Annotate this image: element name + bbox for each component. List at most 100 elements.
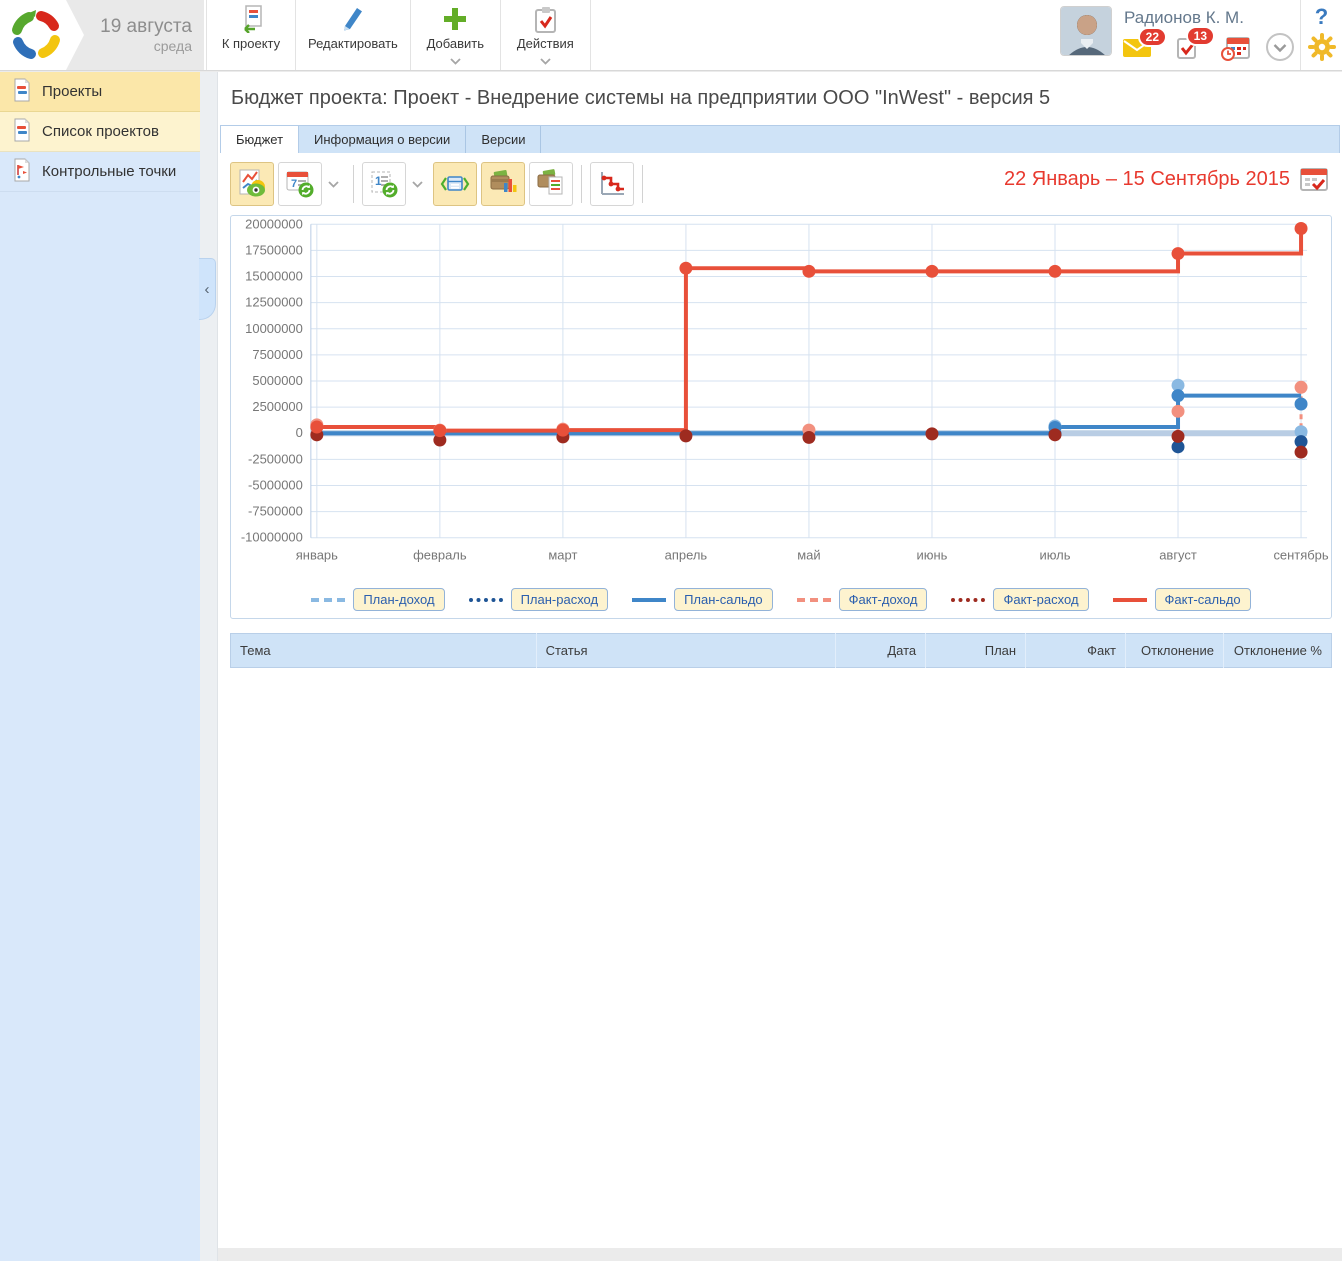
svg-text:-10000000: -10000000 — [241, 530, 303, 545]
legend-label[interactable]: План-сальдо — [674, 588, 773, 611]
top-header: 19 августа среда К проекту Редактировать… — [0, 0, 1342, 71]
sidebar-item-project-list[interactable]: Список проектов — [0, 112, 200, 152]
clipboard-check-icon — [532, 0, 559, 33]
svg-text:январь: январь — [296, 548, 338, 563]
chart-legend: План-доход План-расход План-сальдо Факт-… — [231, 588, 1331, 611]
tab-budget[interactable]: Бюджет — [221, 126, 299, 153]
budget-toolbar: 7 1 — [230, 161, 651, 207]
svg-text:20000000: 20000000 — [245, 216, 303, 231]
tab-versions[interactable]: Версии — [466, 126, 541, 153]
period-calendar-icon[interactable] — [1300, 167, 1328, 192]
calendar-clock-icon[interactable] — [1221, 35, 1251, 61]
legend-label[interactable]: План-доход — [353, 588, 444, 611]
date-widget: 19 августа среда — [66, 0, 204, 70]
budget-chart: -10000000-7500000-5000000-25000000250000… — [231, 216, 1329, 568]
svg-text:7500000: 7500000 — [252, 347, 302, 362]
period-label: 22 Январь – 15 Сентябрь 2015 — [1004, 168, 1290, 191]
edit-pencil-icon — [340, 0, 366, 33]
user-name[interactable]: Радионов К. М. — [1124, 8, 1244, 28]
legend-label[interactable]: План-расход — [511, 588, 609, 611]
actions-label: Действия — [517, 36, 574, 51]
svg-text:август: август — [1159, 548, 1197, 563]
period-block: 22 Январь – 15 Сентябрь 2015 — [1004, 167, 1328, 192]
to-project-label: К проекту — [222, 36, 280, 51]
svg-text:февраль: февраль — [413, 548, 467, 563]
legend-label[interactable]: Факт-расход — [993, 588, 1088, 611]
sidebar-item-label: Проекты — [42, 83, 102, 100]
plus-icon — [442, 0, 468, 33]
main-content: Бюджет проекта: Проект - Внедрение систе… — [218, 72, 1342, 1248]
table-columns-button[interactable] — [433, 162, 477, 206]
svg-text:17500000: 17500000 — [245, 242, 303, 257]
sidebar-gutter — [200, 72, 218, 1261]
legend-line-sample — [632, 598, 666, 602]
legend-label[interactable]: Факт-доход — [839, 588, 928, 611]
app-logo-icon[interactable] — [8, 7, 64, 63]
legend-line-sample — [469, 598, 503, 602]
numbering-button[interactable]: 1 — [362, 162, 406, 206]
svg-text:-7500000: -7500000 — [248, 504, 303, 519]
help-button[interactable]: ? — [1315, 4, 1328, 30]
svg-text:июнь: июнь — [917, 548, 948, 563]
add-label: Добавить — [427, 36, 484, 51]
expand-header-menu-icon[interactable] — [1265, 32, 1296, 63]
page-title: Бюджет проекта: Проект - Внедрение систе… — [218, 72, 1342, 110]
sidebar-item-projects[interactable]: Проекты — [0, 72, 200, 112]
chevron-down-icon[interactable] — [328, 181, 339, 188]
svg-text:март: март — [548, 548, 577, 563]
svg-text:май: май — [797, 548, 820, 563]
legend-item: Факт-доход — [797, 588, 928, 611]
chevron-down-icon — [450, 52, 461, 60]
header-actions: К проекту Редактировать Добавить Действи… — [206, 0, 591, 70]
svg-text:10000000: 10000000 — [245, 321, 303, 336]
add-button[interactable]: Добавить — [411, 0, 501, 70]
col-header-article[interactable]: Статья — [536, 634, 836, 668]
legend-line-sample — [797, 598, 831, 602]
date-weekday: среда — [154, 38, 192, 54]
actions-button[interactable]: Действия — [501, 0, 591, 70]
budget-chart-panel: -10000000-7500000-5000000-25000000250000… — [230, 215, 1332, 619]
budget-plan-doc-button[interactable] — [529, 162, 573, 206]
legend-label[interactable]: Факт-сальдо — [1155, 588, 1251, 611]
step-chart-button[interactable] — [590, 162, 634, 206]
budget-table: Тема Статья Дата План Факт Отклонение От… — [230, 633, 1332, 668]
settings-gear-icon[interactable] — [1308, 33, 1336, 66]
col-header-theme[interactable]: Тема — [231, 634, 537, 668]
col-header-date[interactable]: Дата — [836, 634, 926, 668]
user-avatar[interactable] — [1060, 6, 1112, 56]
budget-fact-button[interactable] — [481, 162, 525, 206]
svg-text:июль: июль — [1039, 548, 1070, 563]
legend-line-sample — [951, 598, 985, 602]
col-header-plan[interactable]: План — [926, 634, 1026, 668]
projects-doc-icon — [12, 78, 32, 106]
col-header-deviation-pct[interactable]: Отклонение % — [1223, 634, 1331, 668]
sidebar: Проекты Список проектов Контрольные точк… — [0, 72, 200, 1261]
mail-icon[interactable]: 22 — [1122, 36, 1153, 59]
legend-item: План-доход — [311, 588, 444, 611]
to-project-icon — [238, 0, 265, 33]
milestones-icon — [12, 158, 32, 186]
legend-item: План-сальдо — [632, 588, 773, 611]
sidebar-item-label: Список проектов — [42, 123, 159, 140]
chart-view-button[interactable] — [230, 162, 274, 206]
tasks-icon[interactable]: 13 — [1175, 35, 1201, 61]
edit-button[interactable]: Редактировать — [296, 0, 411, 70]
col-header-deviation[interactable]: Отклонение — [1125, 634, 1223, 668]
user-zone: Радионов К. М. 22 13 — [1060, 6, 1296, 63]
sidebar-collapse-handle[interactable]: ‹ — [199, 258, 216, 320]
svg-text:апрель: апрель — [665, 548, 708, 563]
svg-text:1: 1 — [375, 174, 382, 188]
date-day: 19 августа — [100, 16, 192, 38]
legend-item: Факт-расход — [951, 588, 1088, 611]
svg-text:5000000: 5000000 — [252, 373, 302, 388]
table-header-row: Тема Статья Дата План Факт Отклонение От… — [231, 634, 1332, 668]
col-header-fact[interactable]: Факт — [1026, 634, 1126, 668]
project-list-doc-icon — [12, 118, 32, 146]
tab-version-info[interactable]: Информация о версии — [299, 126, 466, 153]
sidebar-item-milestones[interactable]: Контрольные точки — [0, 152, 200, 192]
svg-text:12500000: 12500000 — [245, 295, 303, 310]
period-calendar-button[interactable]: 7 — [278, 162, 322, 206]
svg-text:сентябрь: сентябрь — [1273, 548, 1328, 563]
to-project-button[interactable]: К проекту — [206, 0, 296, 70]
chevron-down-icon[interactable] — [412, 181, 423, 188]
